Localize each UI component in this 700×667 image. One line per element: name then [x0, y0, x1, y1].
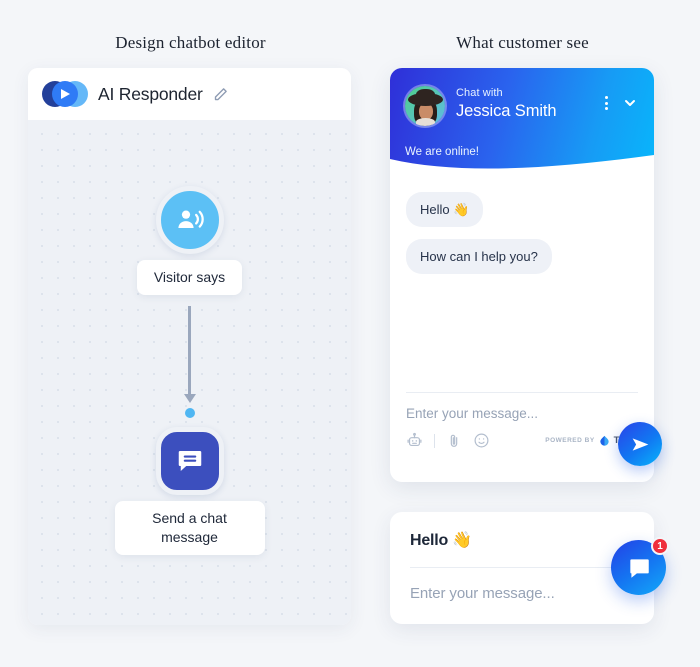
powered-by-label: POWERED BY — [545, 437, 595, 444]
pencil-icon[interactable] — [213, 87, 228, 102]
robot-icon[interactable] — [406, 432, 423, 449]
connector-dot — [184, 408, 195, 418]
editor-title: AI Responder — [98, 83, 203, 104]
footer-divider — [434, 433, 435, 448]
send-button[interactable] — [618, 422, 662, 466]
flow-canvas[interactable]: Visitor says Send a chat message — [28, 120, 351, 625]
flow-node-label: Send a chat message — [114, 501, 265, 555]
tidio-drop-icon — [599, 435, 610, 446]
flow-node-visitor-says[interactable]: Visitor says — [28, 186, 351, 295]
agent-name: Jessica Smith — [456, 102, 557, 120]
preview-divider — [410, 567, 634, 568]
online-status: We are online! — [405, 146, 479, 158]
chatbot-editor-card: AI Responder Visitor says Send a chat me… — [28, 68, 351, 625]
preview-greeting: Hello 👋 — [410, 532, 473, 549]
flow-node-send-chat-message[interactable]: Send a chat message — [28, 427, 351, 555]
chevron-down-icon[interactable] — [622, 95, 638, 111]
unread-badge: 1 — [651, 537, 669, 555]
message-bubble: Hello 👋 — [406, 192, 484, 227]
person-speaking-icon — [155, 186, 224, 254]
message-bubble: How can I help you? — [406, 239, 552, 274]
widget-footer: POWERED BY TIDIO — [390, 421, 654, 449]
emoji-smiley-icon[interactable] — [473, 432, 490, 449]
tidio-play-logo-icon — [42, 80, 88, 108]
flow-node-label: Visitor says — [136, 260, 243, 295]
chat-launcher-button[interactable]: 1 — [611, 537, 669, 595]
chat-widget-header: Chat with Jessica Smith We are online! — [390, 68, 654, 175]
paperclip-icon[interactable] — [446, 433, 462, 449]
preview-message-input[interactable]: Enter your message... — [410, 585, 634, 602]
agent-avatar — [405, 86, 445, 126]
chat-with-label: Chat with — [456, 87, 503, 99]
connector-arrowhead — [183, 394, 196, 403]
connector-line — [188, 306, 191, 394]
editor-toolbar: AI Responder — [28, 68, 351, 120]
message-input[interactable]: Enter your message... — [406, 406, 638, 421]
message-list: Hello 👋 How can I help you? — [390, 174, 654, 392]
kebab-menu-icon[interactable] — [605, 96, 608, 110]
right-column-heading: What customer see — [456, 33, 589, 52]
chat-bubble-icon — [629, 558, 649, 578]
chat-widget: Chat with Jessica Smith We are online! H… — [390, 68, 654, 482]
flow-connector — [183, 306, 196, 418]
left-column-heading: Design chatbot editor — [115, 33, 266, 52]
chat-message-icon — [155, 427, 224, 495]
message-input-area[interactable]: Enter your message... — [390, 393, 654, 421]
send-paper-plane-icon — [632, 437, 648, 451]
